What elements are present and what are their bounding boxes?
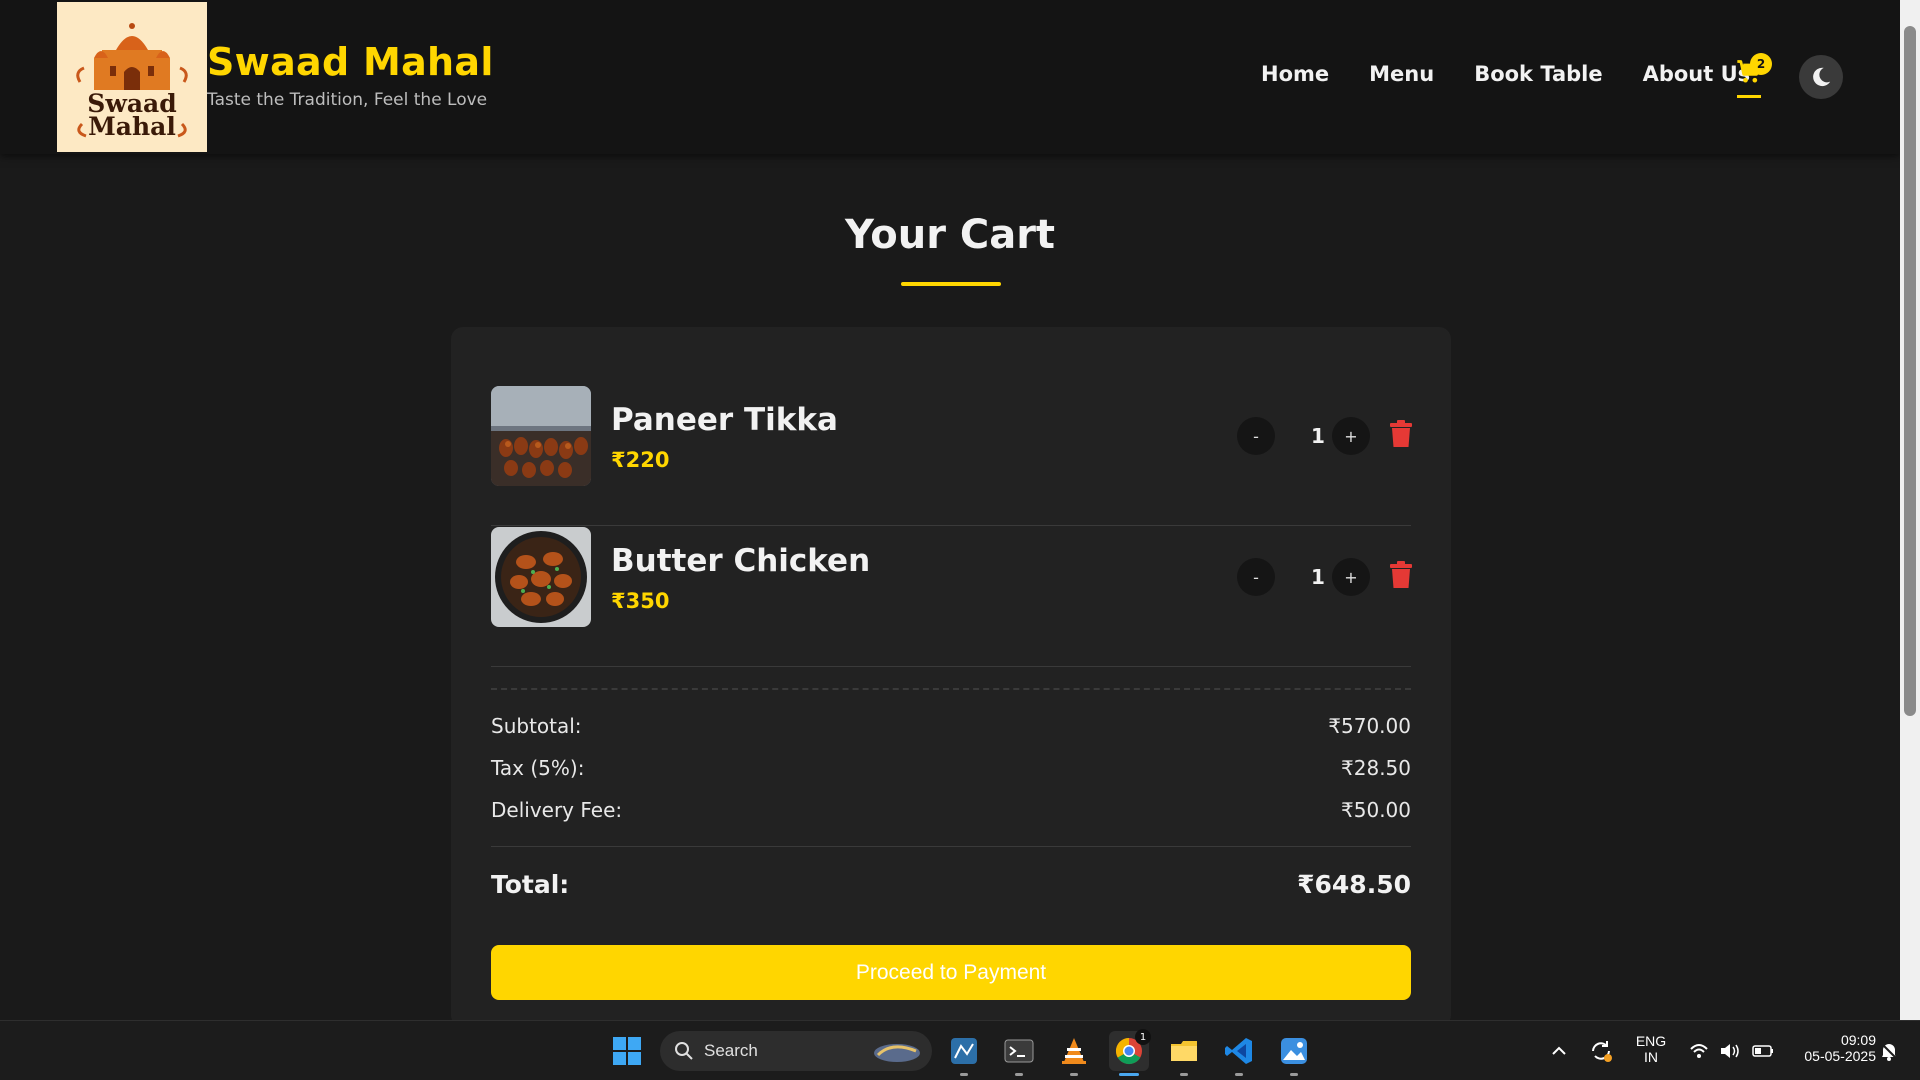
running-indicator [1180,1073,1188,1076]
item-image-butter-chicken [491,527,591,627]
clock-time: 09:09 [1840,1032,1876,1048]
show-hidden-icons-button[interactable] [1543,1031,1575,1071]
proceed-to-payment-button[interactable]: Proceed to Payment [491,945,1411,1000]
decrease-quantity-button[interactable]: - [1237,558,1275,596]
cart-item: Paneer Tikka ₹220 - 1 + [491,386,1412,526]
taskbar-app-photos[interactable] [1274,1031,1314,1071]
remove-item-button[interactable] [1389,420,1415,450]
quantity-value: 1 [1311,424,1325,448]
nav-menu[interactable]: Menu [1369,62,1434,86]
title-underline [901,282,1001,286]
brand-tagline: Taste the Tradition, Feel the Love [207,90,488,110]
sync-icon [1592,1041,1612,1062]
chrome-notification-badge: 1 [1135,1029,1151,1045]
remove-item-button[interactable] [1389,561,1415,591]
region-code: IN [1644,1049,1658,1065]
site-header: Swaad Mahal Swaad Mahal Taste the Tradit… [0,0,1900,154]
terminal-icon [1004,1039,1034,1063]
total-value: ₹648.50 [1297,870,1411,899]
logo-text-line2: Mahal [88,112,176,141]
item-price: ₹350 [611,589,670,613]
delivery-fee-row: Delivery Fee: ₹50.00 [491,798,1411,822]
language-code: ENG [1635,1033,1667,1049]
os-taskbar: Search 1 ENG IN 09:09 05-05-2025 [0,1020,1920,1080]
scrollbar-thumb[interactable] [1904,26,1916,716]
moon-icon [1813,67,1831,87]
trash-icon [1390,561,1412,588]
butter-chicken-photo [491,527,591,627]
item-name: Paneer Tikka [611,402,838,438]
delivery-fee-label: Delivery Fee: [491,798,623,822]
running-indicator [1235,1073,1243,1076]
logo[interactable]: Swaad Mahal [57,2,207,152]
search-icon [675,1042,693,1060]
item-price: ₹220 [611,448,670,472]
main-nav: Home Menu Book Table About Us [1261,62,1790,86]
cart-count-badge: 2 [1750,53,1772,75]
running-indicator [1290,1073,1298,1076]
item-image-paneer-tikka [491,386,591,486]
nav-book-table[interactable]: Book Table [1474,62,1602,86]
cart-item: Butter Chicken ₹350 - 1 + [491,527,1412,667]
delivery-fee-value: ₹50.00 [1341,798,1411,822]
total-row: Total: ₹648.50 [491,870,1411,899]
total-label: Total: [491,870,570,899]
photos-icon [1281,1038,1307,1064]
paneer-tikka-photo [491,386,591,486]
folder-icon [1171,1041,1197,1061]
nav-home[interactable]: Home [1261,62,1329,86]
summary-divider-dashed [491,688,1411,690]
chevron-up-icon [1552,1046,1566,1055]
increase-quantity-button[interactable]: + [1332,558,1370,596]
notifications-button[interactable] [1874,1031,1904,1071]
brand-title[interactable]: Swaad Mahal [207,40,494,84]
tax-label: Tax (5%): [491,756,585,780]
increase-quantity-button[interactable]: + [1332,417,1370,455]
tax-row: Tax (5%): ₹28.50 [491,756,1411,780]
taskbar-app-terminal[interactable] [999,1031,1039,1071]
quantity-value: 1 [1311,565,1325,589]
running-indicator [1070,1073,1078,1076]
clock-date: 05-05-2025 [1804,1048,1876,1064]
taskbar-app-mysql[interactable] [944,1031,984,1071]
trash-icon [1390,420,1412,447]
theme-toggle-button[interactable] [1799,55,1843,99]
palace-logo-icon: Swaad Mahal [76,23,188,141]
brand: Swaad Mahal Taste the Tradition, Feel th… [207,40,494,110]
windows-logo-icon [613,1037,641,1065]
summary-divider [491,846,1411,847]
quick-settings-button[interactable] [1682,1031,1782,1071]
subtotal-label: Subtotal: [491,714,582,738]
taskbar-search[interactable]: Search [660,1031,932,1071]
active-indicator [1119,1073,1139,1076]
mysql-workbench-icon [951,1038,977,1064]
subtotal-row: Subtotal: ₹570.00 [491,714,1411,738]
clock[interactable]: 09:09 05-05-2025 [1782,1032,1876,1064]
taskbar-app-vscode[interactable] [1219,1031,1259,1071]
taskbar-app-vlc[interactable] [1054,1031,1094,1071]
subtotal-value: ₹570.00 [1328,714,1411,738]
notification-bell-icon [1880,1042,1898,1061]
item-name: Butter Chicken [611,543,871,579]
taskbar-app-chrome[interactable]: 1 [1109,1029,1151,1071]
search-label: Search [704,1041,758,1060]
cart-active-underline [1737,95,1761,98]
sync-status-button[interactable] [1584,1031,1618,1071]
input-language-indicator[interactable]: ENG IN [1628,1033,1674,1065]
vscode-icon [1225,1038,1252,1064]
running-indicator [1015,1073,1023,1076]
running-indicator [960,1073,968,1076]
start-button[interactable] [607,1031,647,1071]
network-volume-battery-icon [1690,1044,1773,1058]
taskbar-app-file-explorer[interactable] [1164,1031,1204,1071]
vlc-cone-icon [1062,1038,1086,1064]
page-title: Your Cart [844,212,1056,258]
decrease-quantity-button[interactable]: - [1237,417,1275,455]
search-highlight-icon [874,1044,920,1062]
tax-value: ₹28.50 [1341,756,1411,780]
